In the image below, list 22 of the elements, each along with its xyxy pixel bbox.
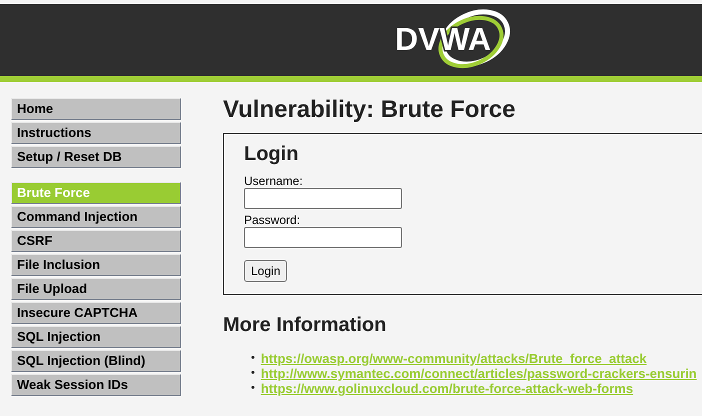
menu-item[interactable]: Setup / Reset DB (11, 146, 181, 168)
input-field[interactable] (244, 226, 402, 248)
field-label: Username: (244, 174, 304, 188)
menu-item[interactable]: File Upload (11, 278, 181, 300)
menu-item[interactable]: Weak Session IDs (11, 374, 181, 396)
page-title: Vulnerability: Brute Force (223, 96, 516, 125)
menu-item[interactable]: Insecure CAPTCHA (11, 302, 181, 324)
menu-item[interactable]: File Inclusion (11, 254, 181, 276)
input-field[interactable] (244, 188, 402, 209)
bullet-marker: • (251, 366, 255, 381)
menu-item[interactable]: CSRF (11, 230, 181, 252)
login-heading: Login (244, 142, 300, 166)
bullet-marker: • (251, 380, 255, 396)
menu-item[interactable]: Instructions (11, 122, 181, 144)
menu-item[interactable]: SQL Injection (11, 326, 181, 348)
section-heading: More Information (223, 312, 388, 337)
menu-item[interactable]: SQL Injection (Blind) (11, 350, 181, 372)
bullet-marker: • (251, 350, 255, 366)
field-label: Password: (244, 212, 302, 227)
login-button[interactable]: Login (244, 260, 288, 282)
menu-item[interactable]: Home (11, 98, 181, 120)
menu-item[interactable]: Command Injection (11, 206, 181, 228)
